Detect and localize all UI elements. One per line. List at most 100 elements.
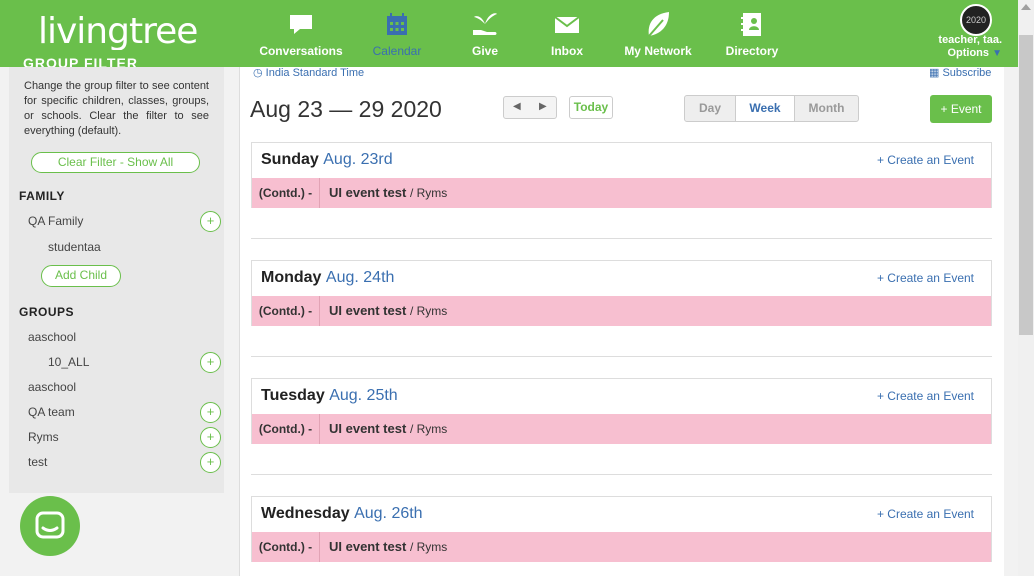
day-block-sunday: Sunday Aug. 23rd + Create an Event (Cont… (251, 142, 992, 208)
subscribe-label: Subscribe (942, 67, 992, 79)
weekday-label: Monday (261, 269, 322, 286)
nav-inbox-label: Inbox (551, 44, 583, 58)
create-event-link[interactable]: + Create an Event (877, 153, 974, 167)
clock-icon: ◷ (253, 67, 263, 79)
clear-filter-button[interactable]: Clear Filter - Show All (31, 152, 200, 173)
date-range-title: Aug 23 — 29 2020 (250, 96, 442, 122)
nav-conversations[interactable]: Conversations (251, 10, 351, 58)
nav-conversations-label: Conversations (259, 44, 343, 58)
event-title[interactable]: UI event test / Ryms (329, 421, 447, 436)
day-separator (251, 474, 992, 475)
create-event-link[interactable]: + Create an Event (877, 389, 974, 403)
day-separator (251, 356, 992, 357)
date-label: Aug. 26th (354, 505, 423, 522)
day-block-monday: Monday Aug. 24th + Create an Event (Cont… (251, 260, 992, 326)
event-title[interactable]: UI event test / Ryms (329, 539, 447, 554)
timezone-link[interactable]: ◷ India Standard Time (253, 66, 364, 79)
directory-icon (741, 13, 761, 36)
group-item-aaschool[interactable]: aaschool (28, 330, 76, 344)
group-filter-header: GROUP FILTER (9, 50, 224, 67)
nav-give-label: Give (471, 44, 498, 58)
event-title-text: UI event test (329, 303, 407, 318)
day-heading: Wednesday Aug. 26th (261, 505, 423, 523)
group-item-ryms[interactable]: Ryms (28, 430, 59, 444)
calendar-icon (387, 13, 407, 35)
add-to-10-all-button[interactable]: + (200, 352, 221, 373)
caret-down-icon: ▼ (992, 48, 1002, 59)
nav-calendar-label: Calendar (372, 44, 422, 58)
nav-my-network[interactable]: My Network (608, 10, 708, 58)
create-event-link[interactable]: + Create an Event (877, 271, 974, 285)
group-item-test[interactable]: test (28, 455, 47, 469)
leaf-icon (648, 12, 669, 37)
event-row[interactable]: (Contd.) - UI event test / Ryms (252, 414, 991, 444)
previous-week-button[interactable]: ◀ (513, 101, 521, 112)
event-title[interactable]: UI event test / Ryms (329, 185, 447, 200)
event-row[interactable]: (Contd.) - UI event test / Ryms (252, 296, 991, 326)
avatar[interactable]: 2020 (960, 4, 992, 36)
group-item-10-all[interactable]: 10_ALL (48, 355, 89, 369)
create-event-link[interactable]: + Create an Event (877, 507, 974, 521)
event-title-text: UI event test (329, 421, 407, 436)
event-continued-label: (Contd.) - (252, 296, 320, 326)
day-heading: Tuesday Aug. 25th (261, 387, 398, 405)
timezone-label: India Standard Time (265, 67, 365, 79)
event-row[interactable]: (Contd.) - UI event test / Ryms (252, 178, 991, 208)
day-heading: Monday Aug. 24th (261, 269, 394, 287)
view-switcher: Day Week Month (684, 95, 859, 122)
scroll-up-arrow-icon[interactable] (1021, 4, 1031, 10)
week-navigation: ◀ ▶ (503, 96, 557, 119)
options-label: Options (947, 47, 990, 59)
add-to-qa-team-button[interactable]: + (200, 402, 221, 423)
date-label: Aug. 23rd (323, 151, 393, 168)
calendar-grid-icon: ▦ (929, 67, 940, 79)
nav-calendar[interactable]: Calendar (347, 10, 447, 58)
day-separator (251, 238, 992, 239)
chat-launcher-icon (35, 511, 65, 539)
event-group: / Ryms (409, 186, 448, 200)
weekday-label: Wednesday (261, 505, 350, 522)
family-item-qa-family[interactable]: QA Family (28, 214, 83, 228)
day-heading: Sunday Aug. 23rd (261, 151, 393, 169)
today-button[interactable]: Today (569, 96, 613, 119)
nav-inbox[interactable]: Inbox (517, 10, 617, 58)
view-week-button[interactable]: Week (735, 96, 795, 121)
scrollbar-thumb[interactable] (1019, 35, 1033, 335)
subscribe-link[interactable]: ▦ Subscribe (929, 66, 991, 79)
view-month-button[interactable]: Month (795, 96, 858, 121)
event-title-text: UI event test (329, 539, 407, 554)
event-title[interactable]: UI event test / Ryms (329, 303, 447, 318)
chat-launcher-button[interactable] (20, 496, 80, 556)
event-group: / Ryms (409, 540, 448, 554)
add-to-test-button[interactable]: + (200, 452, 221, 473)
date-label: Aug. 24th (325, 269, 395, 286)
group-item-aaschool-2[interactable]: aaschool (28, 380, 76, 394)
day-block-wednesday: Wednesday Aug. 26th + Create an Event (C… (251, 496, 992, 562)
event-group: / Ryms (409, 304, 448, 318)
group-filter-sidebar: GROUP FILTER Change the group filter to … (9, 50, 224, 493)
add-to-ryms-button[interactable]: + (200, 427, 221, 448)
add-to-qa-family-button[interactable]: + (200, 211, 221, 232)
event-row[interactable]: (Contd.) - UI event test / Ryms (252, 532, 991, 562)
family-item-studentaa[interactable]: studentaa (48, 240, 101, 254)
group-filter-title: GROUP FILTER (23, 55, 138, 67)
event-title-text: UI event test (329, 185, 407, 200)
logo-text: livingtree (38, 11, 198, 52)
next-week-button[interactable]: ▶ (539, 101, 547, 112)
add-child-button[interactable]: Add Child (41, 265, 121, 287)
event-continued-label: (Contd.) - (252, 532, 320, 562)
event-continued-label: (Contd.) - (252, 414, 320, 444)
group-item-qa-team[interactable]: QA team (28, 405, 75, 419)
day-block-tuesday: Tuesday Aug. 25th + Create an Event (Con… (251, 378, 992, 444)
chat-bubble-icon (290, 15, 312, 34)
date-label: Aug. 25th (329, 387, 398, 404)
groups-heading: GROUPS (19, 305, 75, 319)
nav-directory[interactable]: Directory (702, 10, 802, 58)
options-dropdown[interactable]: Options ▼ (947, 47, 1002, 59)
nav-my-network-label: My Network (624, 44, 692, 58)
hand-plant-icon (473, 13, 497, 35)
add-event-button[interactable]: + Event (930, 95, 992, 123)
weekday-label: Tuesday (261, 387, 325, 404)
view-day-button[interactable]: Day (685, 96, 735, 121)
nav-directory-label: Directory (725, 44, 779, 58)
